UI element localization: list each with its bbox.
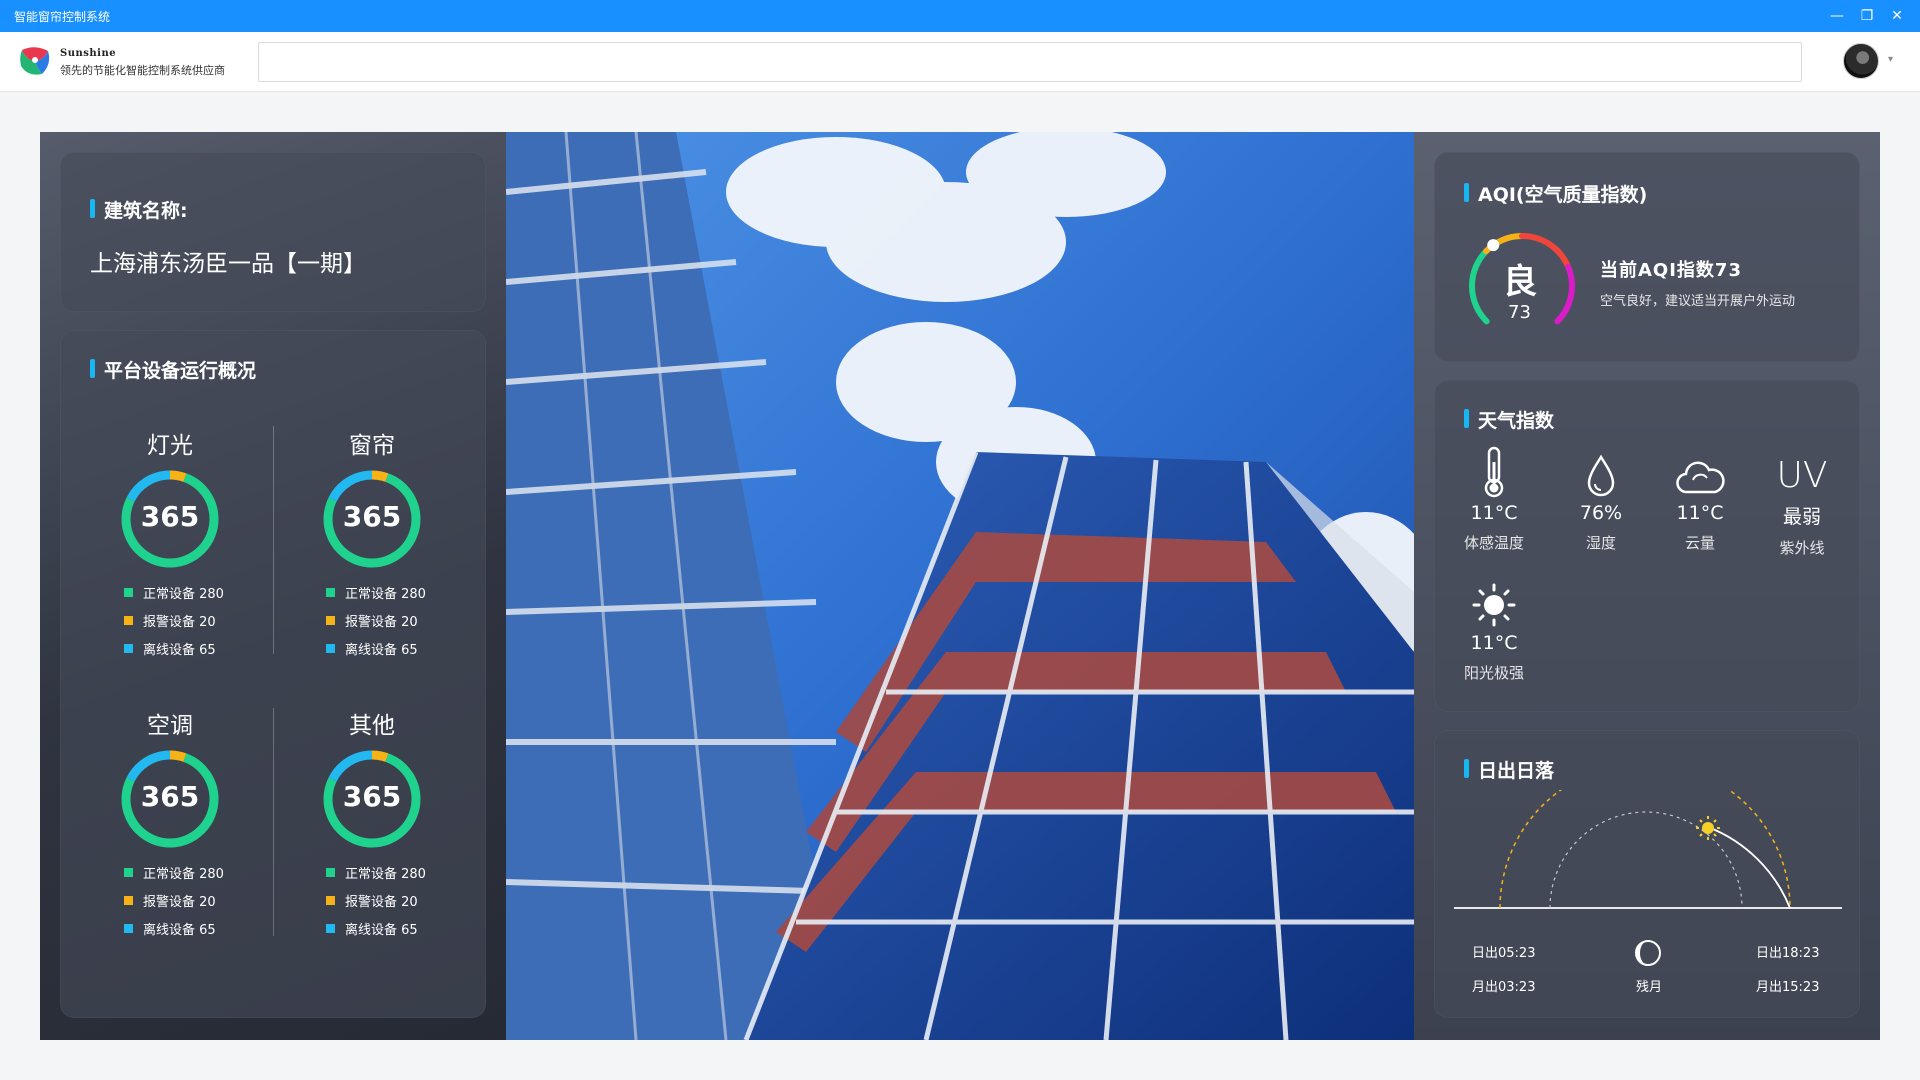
restore-button[interactable]: ❐ <box>1852 0 1882 32</box>
moonrise-time: 月出03:23 <box>1472 980 1536 995</box>
brand-tagline: 领先的节能化智能控制系统供应商 <box>60 64 225 77</box>
aqi-headline: 当前AQI指数73 <box>1600 260 1742 281</box>
device-legend: 正常设备 280 报警设备 20 离线设备 65 <box>326 858 426 942</box>
sun-title: 日出日落 <box>1464 756 1554 783</box>
cloud-icon <box>1676 461 1725 494</box>
device-legend: 正常设备 280 报警设备 20 离线设备 65 <box>124 858 224 942</box>
building-photo <box>506 132 1414 1040</box>
humidity-drop-icon <box>1587 454 1615 497</box>
device-category-name: 其他 <box>349 713 395 739</box>
sun-marker-icon <box>1696 816 1720 840</box>
offline-dot-icon <box>326 643 335 653</box>
divider <box>273 426 274 654</box>
header-search-input[interactable] <box>258 42 1802 82</box>
building-name: 上海浦东汤臣一品【一期】 <box>90 251 366 277</box>
uv-icon: UV <box>1776 455 1828 496</box>
device-overview-title: 平台设备运行概况 <box>90 356 256 383</box>
device-overview-card: 平台设备运行概况 灯光 365 正常设备 280 报警设备 20 离线设备 65… <box>60 330 486 1018</box>
normal-count: 正常设备 280 <box>345 866 426 882</box>
chevron-down-icon[interactable]: ▾ <box>1888 54 1893 65</box>
moon-phase: 残月 <box>1636 980 1663 995</box>
alarm-count: 报警设备 20 <box>345 894 418 910</box>
uv-value: 最弱 <box>1782 506 1821 528</box>
device-category-name: 窗帘 <box>349 433 395 459</box>
weather-card: 天气指数 11°C 体感温度 76% 湿度 11°C 云量 UV 最弱 紫外线 … <box>1434 380 1860 712</box>
normal-count: 正常设备 280 <box>143 866 224 882</box>
normal-dot-icon <box>124 867 133 877</box>
alarm-count: 报警设备 20 <box>143 614 216 630</box>
feels-like-label: 体感温度 <box>1463 534 1524 552</box>
normal-count: 正常设备 280 <box>143 586 224 602</box>
cloud-label: 云量 <box>1684 534 1715 552</box>
brand-name: Sunshine <box>60 48 117 59</box>
offline-dot-icon <box>124 643 133 653</box>
weather-item-feels-like: 11°C 体感温度 <box>1444 440 1544 553</box>
humidity-value: 76% <box>1579 502 1623 524</box>
offline-dot-icon <box>326 923 335 933</box>
sunset-time: 日出18:23 <box>1756 946 1820 961</box>
normal-dot-icon <box>326 867 335 877</box>
device-legend: 正常设备 280 报警设备 20 离线设备 65 <box>326 578 426 662</box>
moon-marker-icon <box>1730 895 1742 906</box>
building-label: 建筑名称: <box>90 196 188 223</box>
alarm-dot-icon <box>326 895 335 905</box>
device-total: 365 <box>140 780 200 813</box>
brand-block: Sunshine 领先的节能化智能控制系统供应商 <box>60 48 225 78</box>
device-total: 365 <box>140 500 200 533</box>
app-header: Sunshine 领先的节能化智能控制系统供应商 ▾ <box>0 32 1920 92</box>
minimize-button[interactable]: — <box>1822 0 1852 32</box>
offline-count: 离线设备 65 <box>143 642 216 658</box>
aqi-grade: 良 <box>1503 262 1537 302</box>
building-card: 建筑名称: 上海浦东汤臣一品【一期】 <box>60 152 486 312</box>
normal-dot-icon <box>326 587 335 597</box>
alarm-count: 报警设备 20 <box>143 894 216 910</box>
sun-icon <box>1472 583 1516 627</box>
humidity-label: 湿度 <box>1585 534 1616 552</box>
dashboard-stage: 建筑名称: 上海浦东汤臣一品【一期】 平台设备运行概况 灯光 365 正常设备 … <box>40 132 1880 1040</box>
normal-count: 正常设备 280 <box>345 586 426 602</box>
normal-dot-icon <box>124 587 133 597</box>
close-button[interactable]: ✕ <box>1882 0 1912 32</box>
alarm-dot-icon <box>124 895 133 905</box>
window-controls: — ❐ ✕ <box>1822 0 1912 32</box>
weather-item-cloud: 11°C 云量 <box>1650 440 1750 553</box>
uv-label: 紫外线 <box>1779 539 1825 557</box>
thermometer-icon <box>1484 446 1504 498</box>
sunrise-sunset-card: 日出日落 日出05:23 月出03:23 残月 日出18:23 月出15:23 <box>1434 730 1860 1018</box>
sunlight-label: 阳光极强 <box>1463 664 1524 682</box>
divider <box>273 708 274 936</box>
cloud-value: 11°C <box>1676 502 1724 524</box>
moonset-time: 月出15:23 <box>1756 980 1820 995</box>
sunrise-time: 日出05:23 <box>1472 946 1536 961</box>
offline-count: 离线设备 65 <box>143 922 216 938</box>
aqi-marker <box>1487 239 1500 252</box>
aqi-value: 73 <box>1508 302 1531 323</box>
device-category-name: 灯光 <box>147 433 193 459</box>
offline-count: 离线设备 65 <box>345 922 418 938</box>
aqi-card: AQI(空气质量指数) 良 73 当前AQI指数73 空气良好，建议适当开展户外… <box>1434 152 1860 362</box>
waning-moon-icon <box>1635 940 1661 966</box>
offline-count: 离线设备 65 <box>345 642 418 658</box>
device-category-name: 空调 <box>147 713 193 739</box>
device-total: 365 <box>342 780 402 813</box>
user-avatar[interactable] <box>1843 43 1879 79</box>
sunlight-value: 11°C <box>1470 632 1518 654</box>
window-title-bar: 智能窗帘控制系统 — ❐ ✕ <box>0 0 1920 32</box>
weather-title: 天气指数 <box>1464 406 1554 433</box>
alarm-count: 报警设备 20 <box>345 614 418 630</box>
aqi-title: AQI(空气质量指数) <box>1464 180 1647 207</box>
app-title: 智能窗帘控制系统 <box>14 9 111 24</box>
weather-item-sunlight: 11°C 阳光极强 <box>1444 570 1544 683</box>
weather-item-humidity: 76% 湿度 <box>1551 440 1651 553</box>
offline-dot-icon <box>124 923 133 933</box>
sun-path-diagram <box>1454 790 1842 909</box>
alarm-dot-icon <box>326 615 335 625</box>
aqi-advice: 空气良好，建议适当开展户外运动 <box>1600 294 1796 309</box>
feels-like-value: 11°C <box>1470 502 1518 524</box>
device-legend: 正常设备 280 报警设备 20 离线设备 65 <box>124 578 224 662</box>
alarm-dot-icon <box>124 615 133 625</box>
device-total: 365 <box>342 500 402 533</box>
sunshine-logo-icon <box>20 47 50 75</box>
weather-item-uv: UV 最弱 紫外线 <box>1752 440 1852 558</box>
